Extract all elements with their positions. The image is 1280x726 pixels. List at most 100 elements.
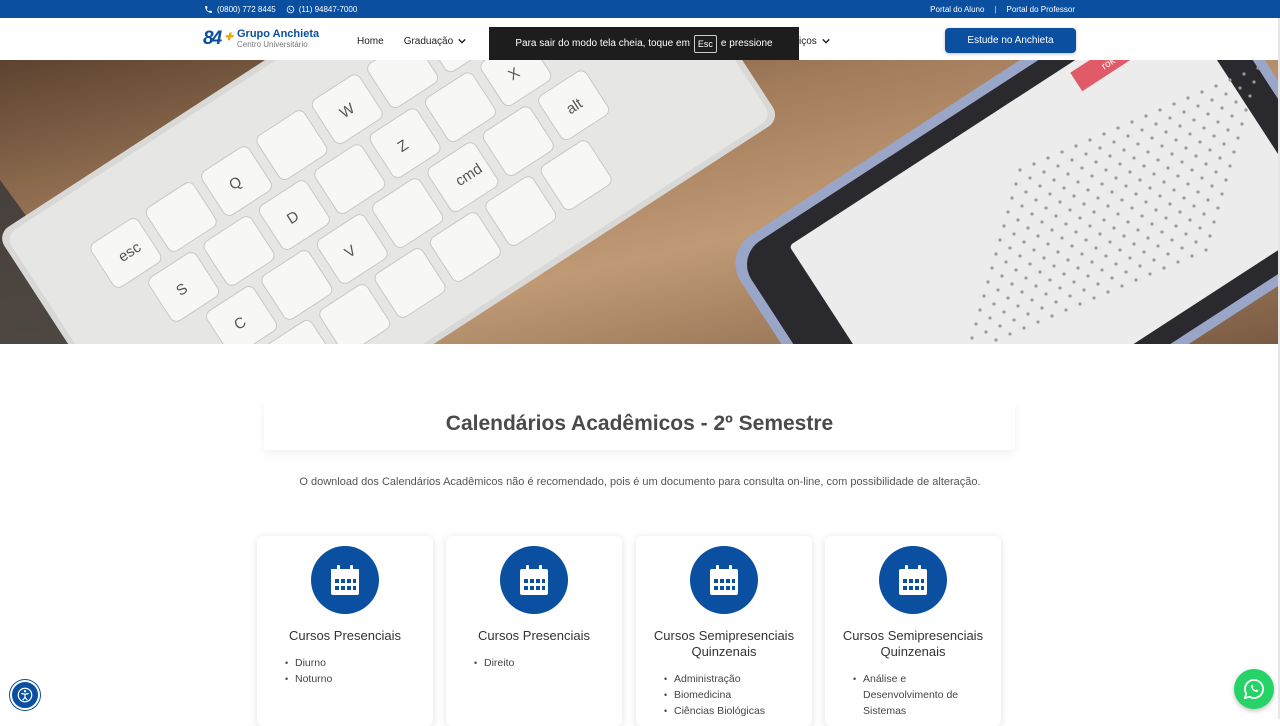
portal-professor-link[interactable]: Portal do Professor bbox=[1007, 5, 1075, 14]
list-item[interactable]: Administração bbox=[674, 671, 806, 687]
calendar-day-mark bbox=[1062, 186, 1066, 190]
calendar-day-mark bbox=[1032, 162, 1036, 166]
calendar-day-mark bbox=[1212, 220, 1216, 224]
calendar-day-mark bbox=[1122, 234, 1126, 238]
calendar-day-mark bbox=[1078, 216, 1082, 220]
logo-plus-icon: ✚ bbox=[224, 32, 234, 43]
whatsapp-chat-button[interactable] bbox=[1234, 669, 1274, 709]
calendar-day-mark bbox=[984, 330, 988, 334]
list-item[interactable]: Noturno bbox=[295, 671, 427, 687]
calendar-day-mark bbox=[1000, 274, 1004, 278]
calendar-day-mark bbox=[978, 308, 982, 312]
calendar-day-mark bbox=[1188, 218, 1192, 222]
calendar-day-mark bbox=[982, 294, 986, 298]
calendar-day-mark bbox=[1078, 302, 1082, 306]
calendar-day-mark bbox=[1020, 290, 1024, 294]
calendar-day-mark bbox=[1070, 244, 1074, 248]
nav-servicos[interactable]: viços bbox=[794, 22, 830, 60]
calendar-day-mark bbox=[1202, 126, 1206, 130]
card-title: Cursos Semipresenciais Quinzenais bbox=[842, 628, 984, 659]
calendar-day-mark bbox=[1024, 190, 1028, 194]
chevron-down-icon bbox=[458, 38, 466, 44]
calendar-day-mark bbox=[1084, 152, 1088, 156]
calendar-day-mark bbox=[1140, 214, 1144, 218]
whatsapp-contact[interactable]: (11) 94847-7000 bbox=[286, 5, 357, 14]
calendar-day-mark bbox=[1120, 198, 1124, 202]
calendar-day-mark bbox=[1124, 184, 1128, 188]
calendar-day-mark bbox=[1116, 212, 1120, 216]
calendar-day-mark bbox=[974, 322, 978, 326]
calendar-day-mark bbox=[1094, 160, 1098, 164]
calendar-day-mark bbox=[1174, 224, 1178, 228]
list-item[interactable]: Biomedicina bbox=[674, 687, 806, 703]
calendar-day-mark bbox=[1002, 224, 1006, 228]
calendar-day-mark bbox=[1216, 206, 1220, 210]
calendar-day-mark bbox=[1126, 220, 1130, 224]
calendar-card[interactable]: Cursos Semipresenciais Quinzenais Anális… bbox=[825, 536, 1001, 726]
calendar-day-mark bbox=[1192, 204, 1196, 208]
calendar-day-mark bbox=[1232, 150, 1236, 154]
list-item[interactable]: Diurno bbox=[295, 655, 427, 671]
calendar-card[interactable]: Cursos Semipresenciais Quinzenais Admini… bbox=[636, 536, 812, 726]
calendar-day-mark bbox=[1190, 168, 1194, 172]
logo-mark-text: 84 bbox=[203, 28, 222, 49]
calendar-day-mark bbox=[1046, 156, 1050, 160]
calendar-day-mark bbox=[1076, 180, 1080, 184]
calendar-day-mark bbox=[1100, 268, 1104, 272]
nav-graduacao[interactable]: Graduação bbox=[404, 36, 466, 47]
calendar-day-mark bbox=[1096, 282, 1100, 286]
accessibility-button[interactable] bbox=[10, 680, 40, 710]
calendar-day-mark bbox=[1158, 194, 1162, 198]
list-item[interactable]: Ciências Biológicas bbox=[674, 703, 806, 719]
calendar-day-mark bbox=[1088, 138, 1092, 142]
calendar-day-mark bbox=[1192, 118, 1196, 122]
calendar-day-mark bbox=[1060, 150, 1064, 154]
calendar-day-mark bbox=[1006, 296, 1010, 300]
calendar-icon bbox=[520, 565, 548, 595]
calendar-day-mark bbox=[1110, 190, 1114, 194]
list-item[interactable]: Direito bbox=[484, 655, 616, 671]
calendar-day-mark bbox=[1180, 246, 1184, 250]
calendar-day-mark bbox=[1102, 132, 1106, 136]
accessibility-icon bbox=[17, 687, 33, 703]
calendar-day-mark bbox=[1176, 174, 1180, 178]
calendar-day-mark bbox=[1028, 262, 1032, 266]
site-logo[interactable]: 84 ✚ Grupo Anchieta Centro Universitário bbox=[203, 28, 319, 50]
calendar-day-mark bbox=[1152, 258, 1156, 262]
calendar-day-mark bbox=[1104, 168, 1108, 172]
calendar-day-mark bbox=[1058, 286, 1062, 290]
calendar-day-mark bbox=[1014, 268, 1018, 272]
calendar-day-mark bbox=[1150, 222, 1154, 226]
nav-home[interactable]: Home bbox=[357, 36, 384, 47]
calendar-day-mark bbox=[1194, 240, 1198, 244]
portal-aluno-link[interactable]: Portal do Aluno bbox=[930, 5, 984, 14]
phone-contact[interactable]: (0800) 772 8445 bbox=[204, 5, 276, 14]
calendar-day-mark bbox=[1146, 150, 1150, 154]
calendar-day-mark bbox=[1210, 184, 1214, 188]
calendar-day-mark bbox=[1040, 220, 1044, 224]
calendar-day-mark bbox=[1068, 294, 1072, 298]
calendar-day-mark bbox=[1132, 156, 1136, 160]
calendar-day-mark bbox=[1082, 202, 1086, 206]
calendar-day-mark bbox=[1072, 280, 1076, 284]
download-notice: O download dos Calendários Acadêmicos nã… bbox=[299, 476, 981, 488]
calendar-day-mark bbox=[1216, 120, 1220, 124]
list-item[interactable]: Análise e Desenvolvimento de Sistemas bbox=[863, 671, 971, 719]
calendar-card[interactable]: Cursos Presenciais Diurno Noturno bbox=[257, 536, 433, 726]
calendar-day-mark bbox=[1074, 230, 1078, 234]
page-title: Calendários Acadêmicos - 2º Semestre bbox=[264, 398, 1015, 450]
calendar-day-mark bbox=[1064, 222, 1068, 226]
calendar-day-mark bbox=[1056, 250, 1060, 254]
calendar-day-mark bbox=[1066, 258, 1070, 262]
calendar-card[interactable]: Cursos Presenciais Direito bbox=[446, 536, 622, 726]
calendar-day-mark bbox=[1110, 276, 1114, 280]
calendar-day-mark bbox=[1044, 206, 1048, 210]
calendar-day-mark bbox=[1020, 204, 1024, 208]
estude-no-anchieta-button[interactable]: Estude no Anchieta bbox=[945, 28, 1076, 53]
calendar-day-mark bbox=[994, 252, 998, 256]
calendar-day-mark bbox=[1160, 230, 1164, 234]
calendar-day-mark bbox=[1220, 106, 1224, 110]
calendar-day-mark bbox=[1162, 180, 1166, 184]
logo-mark: 84 ✚ bbox=[203, 28, 234, 50]
calendar-day-mark bbox=[1176, 260, 1180, 264]
